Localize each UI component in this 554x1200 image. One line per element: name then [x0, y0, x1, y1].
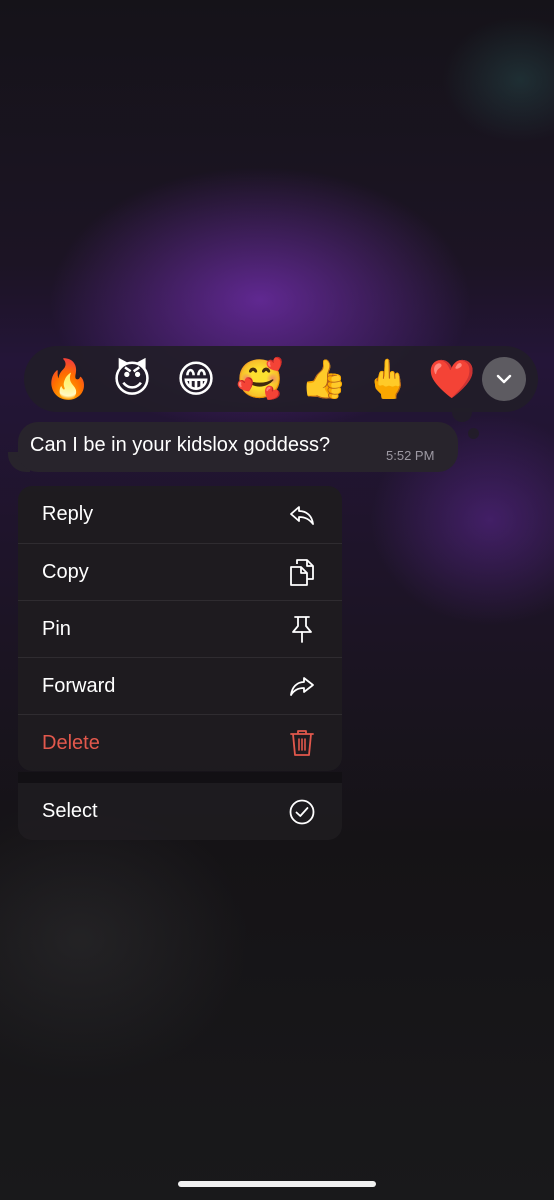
reaction-fire[interactable]: 🔥: [36, 346, 100, 412]
reaction-smiling-devil[interactable]: 😈: [100, 346, 164, 412]
reaction-thumbs-up[interactable]: 👍: [292, 346, 356, 412]
forward-icon: [286, 670, 318, 702]
reply-icon: [286, 499, 318, 531]
message-context-menu: Reply Copy Pin Forward Delete: [18, 486, 342, 771]
copy-icon: [286, 556, 318, 588]
expand-reactions-button[interactable]: [482, 357, 526, 401]
home-indicator[interactable]: [178, 1181, 376, 1187]
message-context-menu-secondary: Select: [18, 783, 342, 840]
menu-item-forward[interactable]: Forward: [18, 657, 342, 714]
trash-icon: [286, 727, 318, 759]
menu-item-delete[interactable]: Delete: [18, 714, 342, 771]
message-text: Can I be in your kidslox goddess?: [30, 434, 331, 456]
reaction-middle-finger[interactable]: 🖕: [356, 346, 420, 412]
pin-icon: [286, 613, 318, 645]
menu-item-reply[interactable]: Reply: [18, 486, 342, 543]
checkmark-circle-icon: [286, 796, 318, 828]
chevron-down-icon: [496, 374, 512, 384]
message-timestamp: 5:52 PM: [386, 448, 435, 463]
reaction-smiling-face-with-hearts[interactable]: 🥰: [228, 346, 292, 412]
menu-item-select[interactable]: Select: [18, 783, 342, 840]
message-bubble[interactable]: Can I be in your kidslox goddess? 5:52 P…: [18, 422, 458, 472]
menu-section-divider: [18, 772, 342, 783]
menu-item-pin[interactable]: Pin: [18, 600, 342, 657]
menu-item-copy[interactable]: Copy: [18, 543, 342, 600]
reaction-bar-tail-dot: [468, 428, 479, 439]
reaction-red-heart[interactable]: ❤️: [420, 346, 484, 412]
reaction-beaming-face[interactable]: 😁: [164, 346, 228, 412]
reaction-bar: 🔥 😈 😁 🥰 👍 🖕 ❤️: [24, 346, 538, 412]
